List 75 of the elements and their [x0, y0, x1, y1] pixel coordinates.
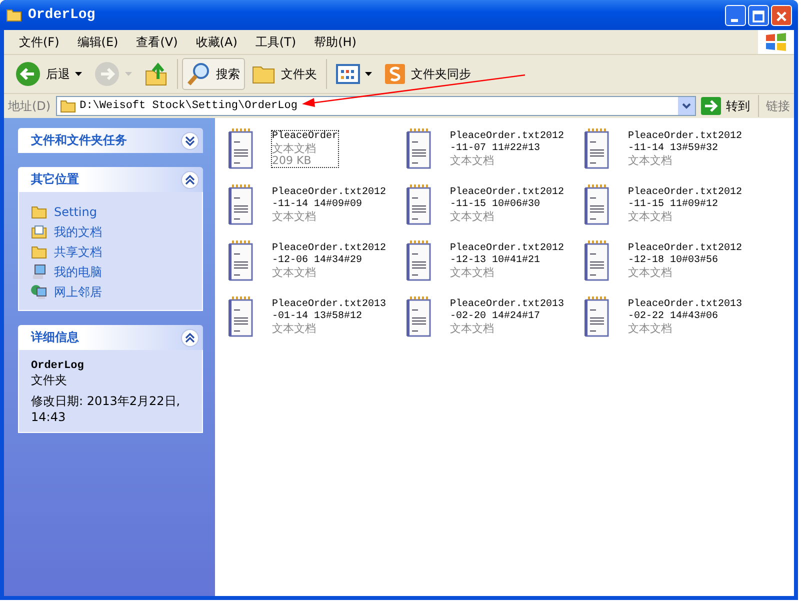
folders-button[interactable]: 文件夹	[247, 59, 322, 89]
search-button[interactable]: 搜索	[182, 58, 245, 90]
file-label[interactable]: PleaceOrder.txt2012-11-14 13#59#32 文本文档	[627, 130, 744, 168]
chevron-icon[interactable]	[181, 328, 199, 346]
notepad-icon[interactable]	[405, 240, 433, 282]
menu-item[interactable]: 工具(T)	[246, 34, 306, 50]
file-label[interactable]: PleaceOrder.txt2012-11-15 11#09#12 文本文档	[627, 186, 744, 224]
caret-icon	[365, 72, 372, 76]
file-label[interactable]: PleaceOrder.txt2012-11-14 14#09#09 文本文档	[271, 186, 388, 224]
detail-modified: 修改日期: 2013年2月22日, 14:43	[31, 393, 182, 424]
folder-icon	[31, 205, 47, 219]
arrow-icon	[701, 97, 721, 115]
folder-up-icon	[144, 61, 168, 87]
documents-icon	[31, 225, 47, 239]
panel-header[interactable]: 文件和文件夹任务	[18, 128, 203, 153]
detail-type: 文件夹	[31, 372, 68, 389]
notepad-icon[interactable]	[583, 184, 611, 226]
sync-icon	[384, 63, 406, 85]
chevron-icon[interactable]	[181, 170, 199, 188]
menu-item[interactable]: 查看(V)	[127, 34, 187, 50]
notepad-icon[interactable]	[227, 128, 255, 170]
minimize-button[interactable]	[725, 4, 746, 26]
go-button[interactable]: 转到	[699, 95, 759, 117]
back-button[interactable]: 后退	[10, 57, 87, 91]
panel-header[interactable]: 详细信息	[18, 325, 203, 350]
detail-name: OrderLog	[31, 360, 85, 372]
file-label[interactable]: PleaceOrder.txt2013-02-20 14#24#17 文本文档	[449, 298, 566, 336]
menu-item[interactable]: 编辑(E)	[68, 34, 128, 50]
file-label[interactable]: PleaceOrder.txt2012-12-13 10#41#21 文本文档	[449, 242, 566, 280]
notepad-icon[interactable]	[405, 184, 433, 226]
menu-item[interactable]: 文件(F)	[10, 34, 68, 50]
place-link[interactable]: 我的电脑	[54, 264, 102, 280]
sync-button[interactable]: 文件夹同步	[379, 59, 476, 89]
notepad-icon[interactable]	[405, 128, 433, 170]
file-label[interactable]: PleaceOrder.txt2012-11-07 11#22#13 文本文档	[449, 130, 566, 168]
panel-header[interactable]: 其它位置	[18, 167, 203, 192]
folder-icon	[31, 245, 47, 259]
notepad-icon[interactable]	[227, 296, 255, 338]
window-title: OrderLog	[28, 7, 96, 23]
menu-item[interactable]: 收藏(A)	[186, 34, 246, 50]
folder-icon	[60, 99, 76, 113]
file-label[interactable]: PleaceOrder.txt2012-12-06 14#34#29 文本文档	[271, 242, 388, 280]
caret-icon	[125, 72, 132, 76]
dropdown-button[interactable]	[678, 97, 695, 115]
address-label: 地址(D)	[7, 98, 52, 114]
close-button[interactable]	[771, 4, 792, 26]
address-field[interactable]: D:\Weisoft Stock\Setting\OrderLog	[56, 96, 696, 116]
notepad-icon[interactable]	[227, 240, 255, 282]
chevron-down-icon	[682, 103, 691, 109]
views-icon	[336, 64, 360, 84]
file-label[interactable]: PleaceOrder.txt2012-12-18 10#03#56 文本文档	[627, 242, 744, 280]
file-label[interactable]: PleaceOrder.txt2012-11-15 10#06#30 文本文档	[449, 186, 566, 224]
notepad-icon[interactable]	[583, 128, 611, 170]
minimize-icon	[731, 18, 738, 22]
menu-item[interactable]: 帮助(H)	[305, 34, 366, 50]
search-icon	[187, 62, 211, 86]
caret-icon	[75, 72, 82, 76]
place-link[interactable]: Setting	[54, 205, 97, 219]
notepad-icon[interactable]	[405, 296, 433, 338]
notepad-icon[interactable]	[583, 296, 611, 338]
place-link[interactable]: 共享文档	[54, 244, 102, 260]
chevron-icon[interactable]	[181, 132, 199, 150]
computer-icon	[31, 264, 47, 280]
file-label[interactable]: PleaceOrder.txt2013-01-14 13#58#12 文本文档	[271, 298, 388, 336]
maximize-button[interactable]	[748, 4, 769, 26]
file-label[interactable]: PleaceOrder.txt2013-02-22 14#43#06 文本文档	[627, 298, 744, 336]
folder-icon	[6, 8, 22, 22]
file-label[interactable]: PleaceOrder 文本文档 209 KB	[271, 130, 340, 168]
notepad-icon[interactable]	[583, 240, 611, 282]
place-link[interactable]: 我的文档	[54, 224, 102, 240]
network-icon	[31, 284, 47, 300]
windows-logo-icon	[758, 30, 794, 54]
notepad-icon[interactable]	[227, 184, 255, 226]
place-link[interactable]: 网上邻居	[54, 284, 102, 300]
links-button[interactable]: 链接	[762, 98, 794, 114]
